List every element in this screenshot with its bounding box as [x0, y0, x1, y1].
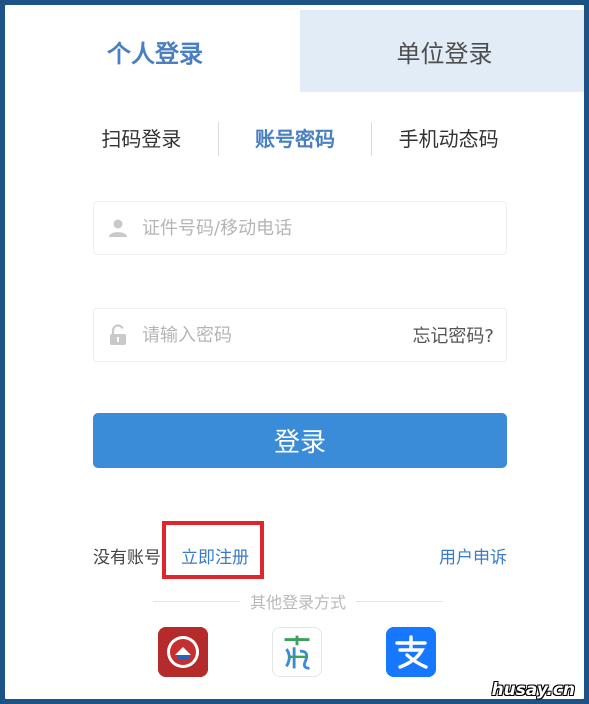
user-icon	[94, 218, 142, 238]
government-app-icon[interactable]	[158, 627, 208, 677]
tab-organization-login[interactable]: 单位登录	[300, 10, 584, 92]
other-login-divider: 其他登录方式	[153, 589, 444, 613]
login-method-tabs: 扫码登录 账号密码 手机动态码	[65, 117, 525, 161]
tab-phone-code[interactable]: 手机动态码	[372, 117, 525, 161]
su-app-icon[interactable]	[272, 627, 322, 677]
login-panel: 个人登录 单位登录 扫码登录 账号密码 手机动态码 忘记密码? 登录	[0, 0, 589, 704]
tab-account-password[interactable]: 账号密码	[219, 117, 372, 161]
password-field: 忘记密码?	[93, 308, 507, 362]
watermark: husay.cn	[491, 680, 575, 700]
id-input[interactable]	[142, 202, 506, 254]
forgot-password-link[interactable]: 忘记密码?	[412, 322, 506, 348]
register-link[interactable]: 立即注册	[181, 543, 249, 568]
tab-personal-login[interactable]: 个人登录	[10, 10, 300, 92]
no-account-label: 没有账号	[93, 548, 161, 568]
login-type-tabs: 个人登录 单位登录	[10, 10, 584, 92]
user-appeal-link[interactable]: 用户申诉	[439, 543, 507, 568]
password-input[interactable]	[142, 309, 413, 361]
divider-line	[153, 600, 240, 602]
login-button[interactable]: 登录	[93, 413, 507, 468]
lock-icon	[94, 324, 142, 346]
tab-qr-login[interactable]: 扫码登录	[65, 117, 218, 161]
register-row: 没有账号 立即注册 用户申诉	[93, 521, 507, 579]
other-login-label: 其他登录方式	[250, 593, 347, 612]
alipay-icon[interactable]	[386, 627, 436, 677]
id-field	[93, 201, 507, 255]
divider-line	[356, 600, 444, 602]
